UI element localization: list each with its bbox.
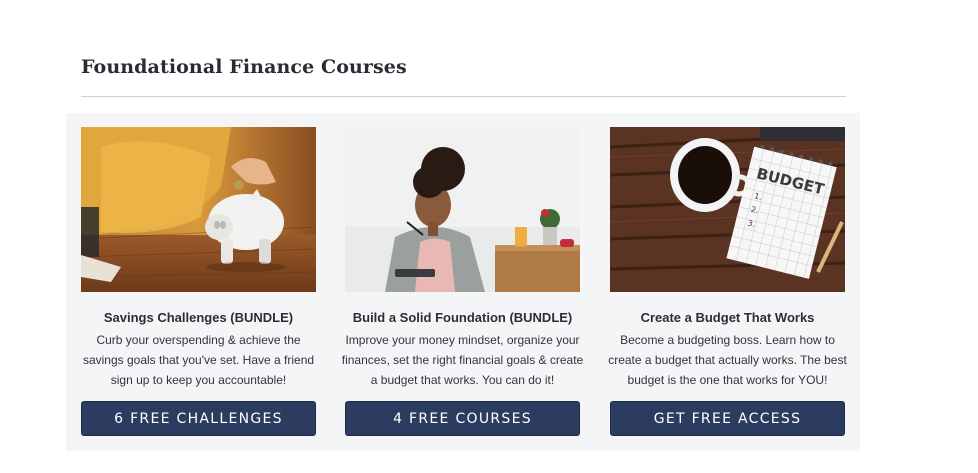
course-description: Improve your money mindset, organize you… (341, 333, 584, 387)
section-divider (81, 96, 846, 97)
woman-planning-image[interactable] (345, 127, 580, 292)
section-title: Foundational Finance Courses (81, 56, 407, 78)
free-courses-button[interactable]: 4 FREE COURSES (345, 401, 580, 436)
course-title: Savings Challenges (BUNDLE) (103, 310, 294, 325)
course-title: Create a Budget That Works (640, 310, 815, 325)
course-card-create-budget: BUDGET 1. 2. 3. Create a Budget That Wor… (608, 127, 847, 437)
get-free-access-button[interactable]: GET FREE ACCESS (610, 401, 845, 436)
course-card-solid-foundation: Build a Solid Foundation (BUNDLE) Improv… (342, 127, 583, 437)
course-description: Curb your overspending & achieve the sav… (82, 333, 315, 387)
course-title: Build a Solid Foundation (BUNDLE) (352, 310, 573, 325)
free-challenges-button[interactable]: 6 FREE CHALLENGES (81, 401, 316, 436)
piggy-bank-image[interactable] (81, 127, 316, 292)
budget-notepad-image[interactable]: BUDGET 1. 2. 3. (610, 127, 845, 292)
course-card-savings-challenges: Savings Challenges (BUNDLE) Curb your ov… (81, 127, 316, 437)
course-description: Become a budgeting boss. Learn how to cr… (608, 333, 847, 387)
